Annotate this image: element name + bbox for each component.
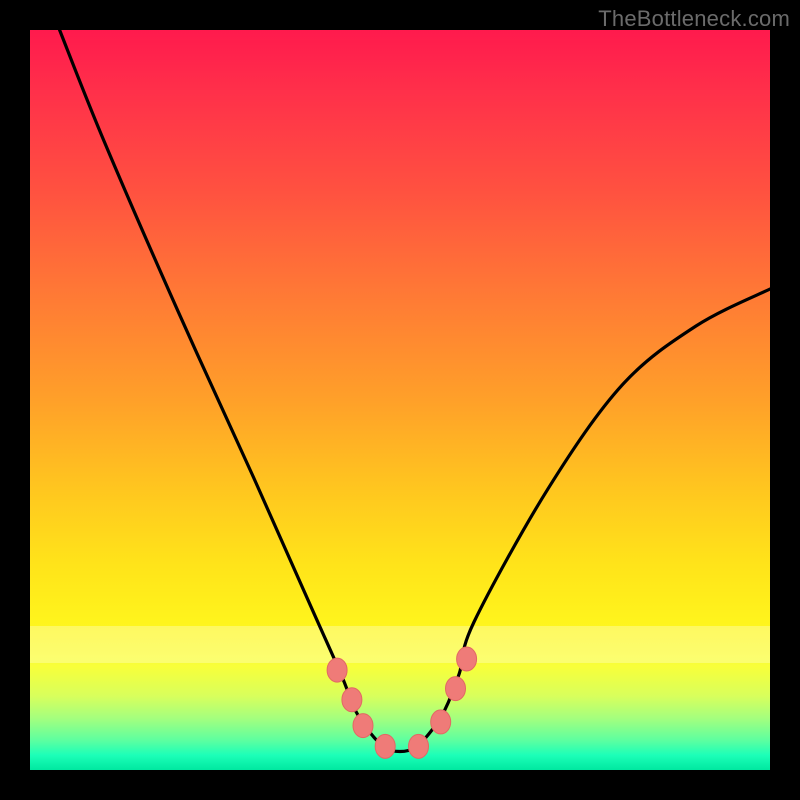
watermark-text: TheBottleneck.com (598, 6, 790, 32)
chart-svg (30, 30, 770, 770)
plot-area (30, 30, 770, 770)
bottleneck-curve (60, 30, 770, 752)
curve-marker-1 (342, 688, 362, 712)
outer-frame: TheBottleneck.com (0, 0, 800, 800)
curve-markers (327, 647, 477, 758)
curve-marker-0 (327, 658, 347, 682)
curve-marker-2 (353, 714, 373, 738)
curve-marker-4 (409, 734, 429, 758)
curve-marker-3 (375, 734, 395, 758)
curve-marker-6 (446, 677, 466, 701)
curve-marker-7 (457, 647, 477, 671)
curve-marker-5 (431, 710, 451, 734)
